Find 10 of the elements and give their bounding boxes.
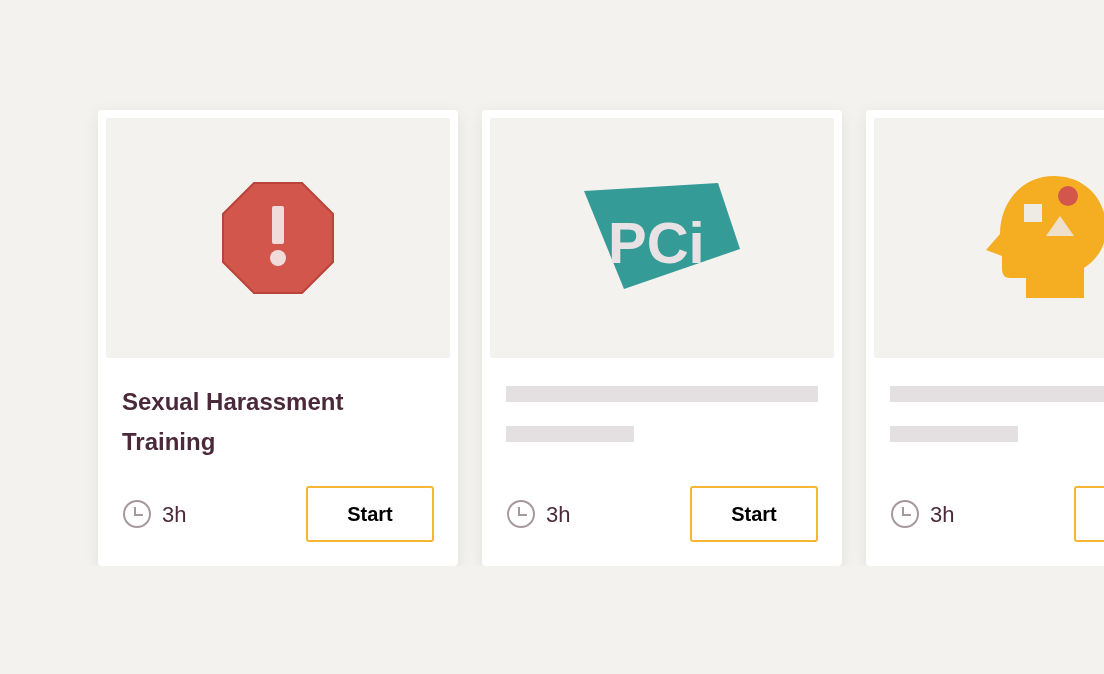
start-button[interactable]: Start — [690, 486, 818, 542]
clock-icon — [890, 499, 920, 529]
clock-icon — [122, 499, 152, 529]
stop-sign-icon — [221, 181, 335, 295]
duration-text: 3h — [930, 500, 955, 529]
duration-text: 3h — [546, 500, 571, 529]
clock-icon — [506, 499, 536, 529]
start-button[interactable]: Start — [306, 486, 434, 542]
duration-text: 3h — [162, 500, 187, 529]
course-title: Sexual Harassment Training — [122, 387, 345, 457]
